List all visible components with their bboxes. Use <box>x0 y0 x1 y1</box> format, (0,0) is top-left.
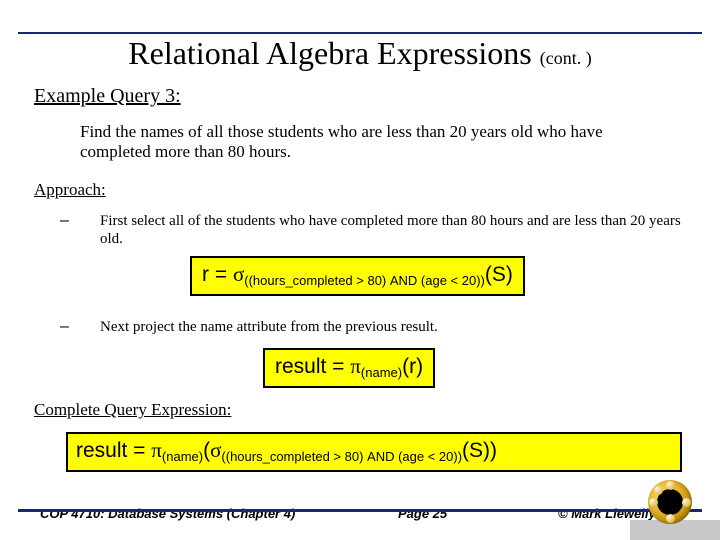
formula-tail: (S)) <box>462 439 497 462</box>
logo-star-point <box>666 514 675 523</box>
bullet-dash: – <box>60 318 100 336</box>
logo-star-point <box>654 486 663 495</box>
sigma-symbol: σ <box>233 262 244 286</box>
logo-star-point <box>666 481 675 490</box>
formula-lhs: result = <box>275 355 350 378</box>
ucf-logo <box>648 480 692 524</box>
logo-star-point <box>649 498 658 507</box>
sigma-symbol: σ <box>210 438 221 462</box>
step-text: Next project the name attribute from the… <box>100 318 690 336</box>
step-text: First select all of the students who hav… <box>100 212 690 248</box>
pi-symbol: π <box>151 438 162 462</box>
formula-projection: result = π(name)(r) <box>263 348 435 388</box>
query-description: Find the names of all those students who… <box>80 122 670 163</box>
approach-heading: Approach: <box>34 180 106 200</box>
formula-selection: r = σ((hours_completed > 80) AND (age < … <box>190 256 525 296</box>
bottom-divider <box>18 509 702 512</box>
sigma-subscript: ((hours_completed > 80) AND (age < 20)) <box>244 273 485 288</box>
bullet-dash: – <box>60 212 100 248</box>
formula-tail: (S) <box>485 263 513 286</box>
formula-lhs: r = <box>202 263 233 286</box>
pi-subscript: (name) <box>361 365 402 380</box>
logo-outer-ring <box>648 480 692 524</box>
formula-complete: result = π(name)(σ((hours_completed > 80… <box>66 432 682 472</box>
formula-tail: (r) <box>402 355 423 378</box>
logo-star-point <box>682 498 691 507</box>
approach-step-1: – First select all of the students who h… <box>60 212 690 248</box>
top-divider <box>18 32 702 34</box>
formula-lhs: result = <box>76 439 151 462</box>
slide-title: Relational Algebra Expressions (cont. ) <box>0 35 720 72</box>
example-query-heading: Example Query 3: <box>34 85 181 108</box>
sigma-subscript: ((hours_completed > 80) AND (age < 20)) <box>221 449 462 464</box>
slide: Relational Algebra Expressions (cont. ) … <box>0 0 720 540</box>
approach-step-2: – Next project the name attribute from t… <box>60 318 690 336</box>
title-cont: (cont. ) <box>540 48 592 68</box>
pi-subscript: (name) <box>162 449 203 464</box>
complete-query-heading: Complete Query Expression: <box>34 400 231 420</box>
pi-symbol: π <box>350 354 361 378</box>
title-main: Relational Algebra Expressions <box>128 35 531 71</box>
